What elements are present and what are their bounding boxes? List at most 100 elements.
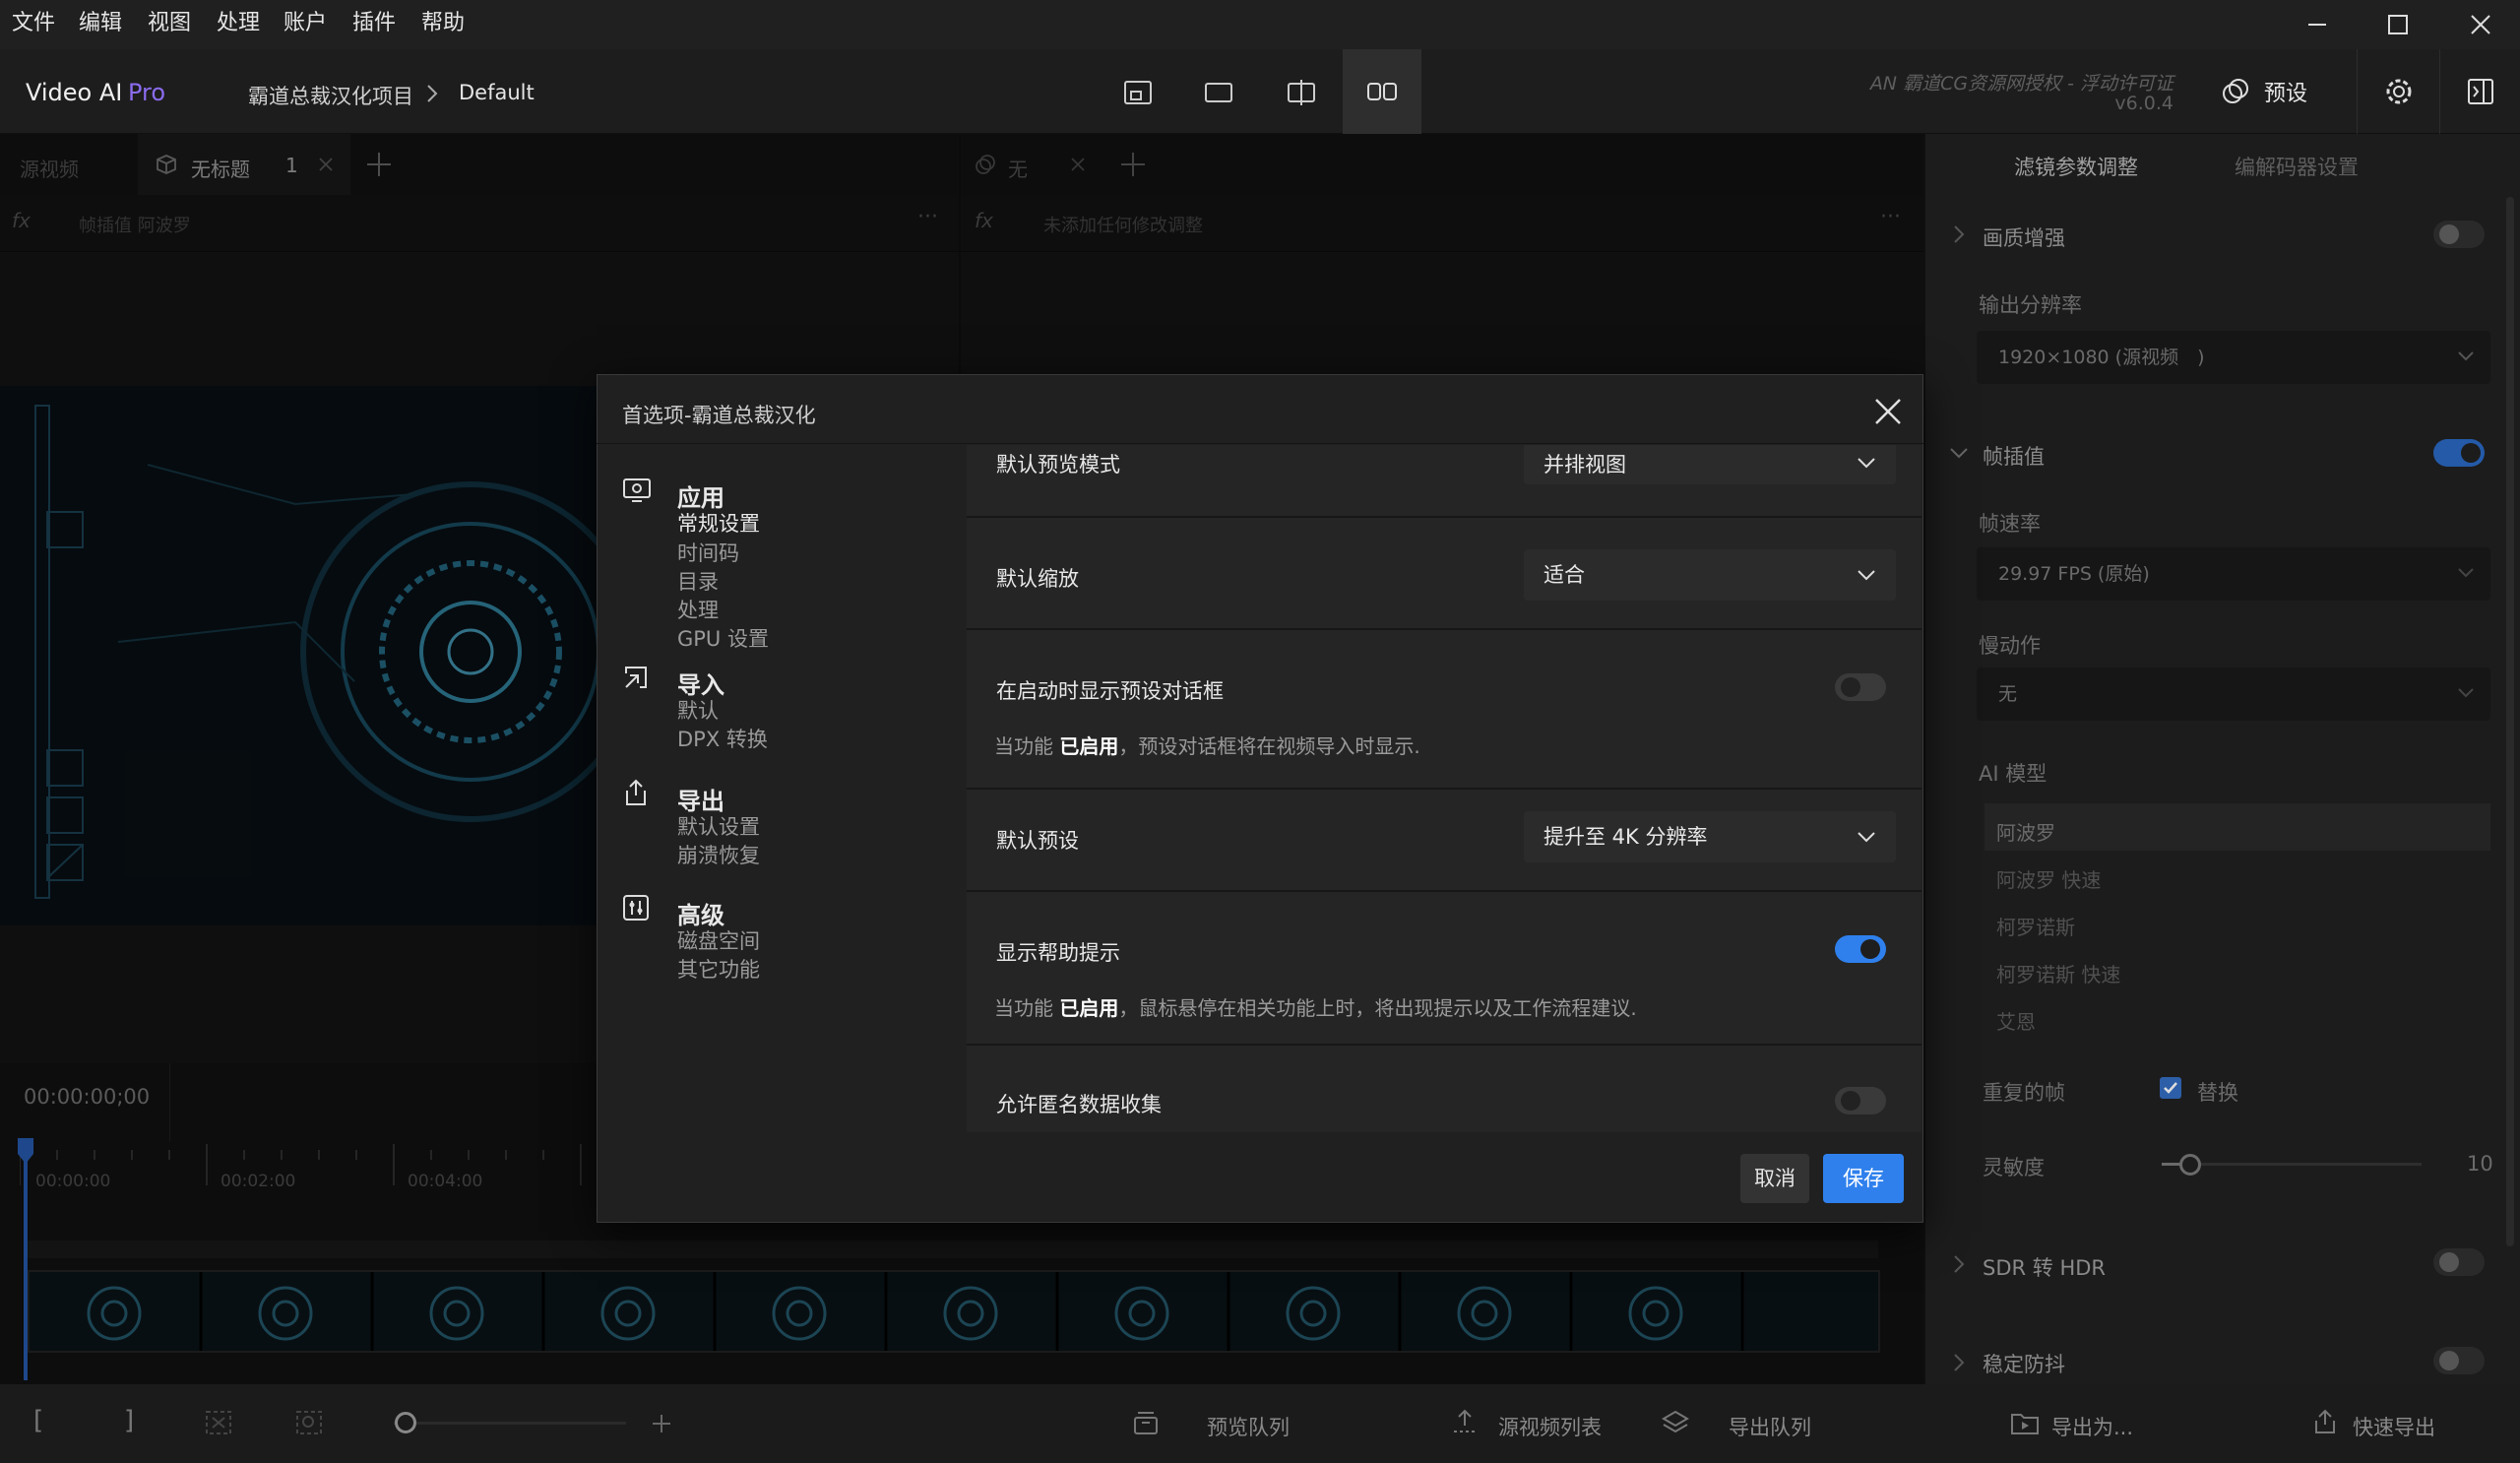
crop-view-icon	[1124, 81, 1152, 104]
settings-divider	[967, 628, 1922, 630]
fps-select[interactable]: 29.97 FPS (原始)	[1977, 547, 2490, 601]
sdr-hdr-toggle[interactable]	[2433, 1248, 2485, 1276]
view-single-crop-button[interactable]	[1099, 59, 1177, 126]
desc-enabled: 已启用	[1059, 734, 1119, 758]
ai-model-aion[interactable]: 艾恩	[1996, 1006, 2036, 1035]
desc-enabled: 已启用	[1059, 996, 1119, 1020]
toggle-panel-button[interactable]	[2439, 49, 2520, 134]
menu-plugins[interactable]: 插件	[352, 0, 396, 49]
menu-file[interactable]: 文件	[12, 0, 55, 49]
view-side-by-side-button[interactable]	[1343, 49, 1421, 134]
clear-marks-icon[interactable]	[205, 1410, 232, 1435]
quick-export-button[interactable]: 快速导出	[2353, 1412, 2435, 1441]
zoom-fit-icon[interactable]	[295, 1410, 323, 1435]
preview-mode-select[interactable]: 并排视图	[1524, 445, 1896, 484]
chevron-right-icon	[1954, 1255, 1965, 1273]
sdr-hdr-label: SDR 转 HDR	[1983, 1256, 2106, 1280]
preview-mode-label: 默认预览模式	[996, 453, 1120, 477]
menu-process[interactable]: 处理	[217, 0, 260, 49]
fps-label: 帧速率	[1979, 512, 2041, 536]
menu-account[interactable]: 账户	[284, 0, 327, 49]
nav-processing[interactable]: 处理	[677, 595, 719, 624]
panel-right-icon	[2467, 79, 2493, 104]
source-list-button[interactable]: 源视频列表	[1498, 1412, 1602, 1441]
chevron-right-icon	[427, 85, 438, 102]
zoom-slider-track[interactable]	[394, 1422, 626, 1425]
maximize-button[interactable]	[2359, 0, 2437, 49]
breadcrumb-project[interactable]: 霸道总裁汉化项目	[248, 81, 413, 110]
right-panel-scrollbar[interactable]	[2506, 197, 2514, 1246]
export-queue-button[interactable]: 导出队列	[1729, 1412, 1811, 1441]
desc-suffix: ，鼠标悬停在相关功能上时，将出现提示以及工作流程建议.	[1118, 996, 1637, 1020]
enhance-toggle[interactable]	[2433, 221, 2485, 248]
chevron-down-icon	[2458, 568, 2474, 578]
sensitivity-value: 10	[2467, 1152, 2493, 1176]
frame-interp-toggle[interactable]	[2433, 439, 2485, 467]
advanced-icon	[623, 895, 649, 921]
save-button[interactable]: 保存	[1823, 1154, 1904, 1203]
menu-help[interactable]: 帮助	[421, 0, 465, 49]
tab-encoder[interactable]: 编解码器设置	[2235, 152, 2359, 181]
view-single-button[interactable]	[1179, 59, 1258, 126]
mark-out-icon[interactable]: ]	[124, 1406, 134, 1435]
ai-model-apollo-fast[interactable]: 阿波罗 快速	[1996, 864, 2101, 893]
nav-export-default[interactable]: 默认设置	[677, 811, 760, 841]
app-name: Video AI	[26, 79, 123, 106]
output-res-select[interactable]: 1920×1080 (源视频 )	[1977, 331, 2490, 384]
zoom-slider-handle[interactable]	[395, 1412, 416, 1433]
show-presets-toggle[interactable]	[1835, 673, 1886, 701]
chevron-down-icon	[2458, 688, 2474, 698]
output-res-label: 输出分辨率	[1979, 293, 2082, 317]
default-preset-select[interactable]: 提升至 4K 分辨率	[1524, 811, 1896, 862]
zoom-label: 默认缩放	[996, 567, 1079, 591]
ai-model-chronos[interactable]: 柯罗诺斯	[1996, 912, 2075, 940]
zoom-select[interactable]: 适合	[1524, 549, 1896, 601]
presets-label: 预设	[2264, 82, 2308, 106]
layers-icon	[1662, 1410, 1689, 1433]
zoom-in-icon[interactable]	[652, 1414, 671, 1433]
menu-edit[interactable]: 编辑	[79, 0, 122, 49]
nav-general[interactable]: 常规设置	[677, 508, 760, 538]
help-tips-desc: 当功能 已启用，鼠标悬停在相关功能上时，将出现提示以及工作流程建议.	[994, 992, 1637, 1021]
nav-directory[interactable]: 目录	[677, 566, 719, 596]
slowmo-select[interactable]: 无	[1977, 668, 2490, 721]
nav-disk-space[interactable]: 磁盘空间	[677, 925, 760, 955]
dialog-close-icon[interactable]	[1874, 398, 1902, 425]
help-tips-label: 显示帮助提示	[996, 941, 1120, 965]
app-edition: Pro	[128, 79, 166, 106]
desc-suffix: ，预设对话框将在视频导入时显示.	[1118, 734, 1420, 758]
anon-data-toggle[interactable]	[1835, 1087, 1886, 1114]
settings-divider	[967, 890, 1922, 892]
preview-queue-button[interactable]: 预览队列	[1207, 1412, 1290, 1441]
nav-other[interactable]: 其它功能	[677, 954, 760, 984]
tab-filters[interactable]: 滤镜参数调整	[2014, 152, 2138, 181]
export-as-button[interactable]: 导出为...	[2051, 1412, 2133, 1441]
ai-model-apollo[interactable]: 阿波罗	[1996, 817, 2055, 846]
minimize-button[interactable]	[2278, 0, 2357, 49]
settings-button[interactable]	[2357, 49, 2439, 134]
nav-timecode[interactable]: 时间码	[677, 538, 739, 567]
preview-mode-value: 并排视图	[1544, 453, 1626, 477]
ai-model-chronos-fast[interactable]: 柯罗诺斯 快速	[1996, 959, 2120, 987]
close-window-button[interactable]	[2441, 0, 2520, 49]
replace-checkbox[interactable]	[2160, 1077, 2181, 1099]
help-tips-toggle[interactable]	[1835, 935, 1886, 963]
nav-crash-recovery[interactable]: 崩溃恢复	[677, 840, 760, 869]
sensitivity-label: 灵敏度	[1983, 1156, 2045, 1179]
stabilize-toggle[interactable]	[2433, 1347, 2485, 1374]
chevron-down-icon	[1858, 570, 1875, 581]
presets-button[interactable]: 预设	[2221, 65, 2349, 118]
breadcrumb-current[interactable]: Default	[459, 81, 535, 104]
nav-gpu[interactable]: GPU 设置	[677, 623, 769, 653]
mark-in-icon[interactable]: [	[33, 1406, 43, 1435]
chevron-right-icon	[1954, 1354, 1965, 1371]
menu-view[interactable]: 视图	[148, 0, 191, 49]
nav-dpx[interactable]: DPX 转换	[677, 724, 768, 753]
cancel-button[interactable]: 取消	[1740, 1154, 1809, 1203]
replace-label: 替换	[2197, 1081, 2238, 1105]
nav-import-default[interactable]: 默认	[677, 695, 719, 725]
settings-divider	[967, 1044, 1922, 1046]
sensitivity-slider-handle[interactable]	[2179, 1154, 2201, 1176]
upload-list-icon	[1454, 1409, 1476, 1432]
view-split-button[interactable]	[1262, 59, 1341, 126]
